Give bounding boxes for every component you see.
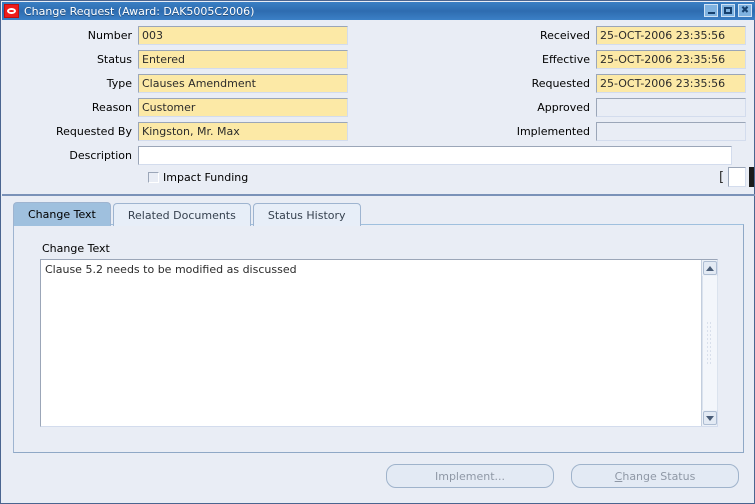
oracle-forms-icon [4, 4, 19, 18]
field-row-type: Type Clauses Amendment [2, 73, 348, 94]
edge-widget: [ [719, 167, 755, 187]
label-number: Number [87, 29, 132, 42]
field-requested-by[interactable]: Kingston, Mr. Max [138, 122, 348, 141]
change-status-mnemonic: C [614, 469, 623, 483]
section-divider [2, 194, 755, 196]
field-row-number: Number 003 [2, 25, 348, 46]
tab-status-history[interactable]: Status History [252, 203, 361, 226]
label-approved: Approved [537, 101, 590, 114]
tab-change-text[interactable]: Change Text [13, 202, 111, 226]
change-status-button[interactable]: Change Status [571, 464, 739, 488]
edge-box-field[interactable] [728, 167, 747, 187]
field-row-effective: Effective 25-OCT-2006 23:35:56 [450, 49, 746, 70]
close-icon[interactable]: ✖ [738, 4, 752, 17]
label-requested: Requested [531, 77, 590, 90]
window-title: Change Request (Award: DAK5005C2006) [24, 4, 255, 18]
field-row-implemented: Implemented [450, 121, 746, 142]
field-number[interactable]: 003 [138, 26, 348, 45]
label-effective: Effective [542, 53, 590, 66]
window-controls: ✖ [704, 4, 752, 17]
label-status: Status [96, 53, 132, 66]
field-approved[interactable] [596, 98, 746, 117]
field-row-reason: Reason Customer [2, 97, 348, 118]
implement-button[interactable]: Implement... [386, 464, 554, 488]
field-effective[interactable]: 25-OCT-2006 23:35:56 [596, 50, 746, 69]
field-status[interactable]: Entered [138, 50, 348, 69]
impact-funding-label: Impact Funding [163, 171, 249, 184]
tab-related-documents[interactable]: Related Documents [112, 203, 251, 226]
label-type: Type [106, 77, 132, 90]
tab-panel-change-text: Change Text Clause 5.2 needs to be modif… [13, 224, 744, 453]
scroll-up-icon[interactable] [702, 261, 717, 275]
label-received: Received [539, 29, 590, 42]
tab-strip: Change Text Related Documents Status His… [13, 202, 363, 226]
edge-bracket-label: [ [719, 169, 725, 185]
scrollbar-grip[interactable] [706, 321, 713, 365]
scroll-down-icon[interactable] [702, 411, 717, 425]
label-implemented: Implemented [516, 125, 590, 138]
field-description[interactable] [138, 146, 732, 165]
minimize-icon[interactable] [704, 4, 718, 17]
label-requested-by: Requested By [56, 125, 132, 138]
field-row-description: Description [2, 145, 732, 166]
edge-bar-decoration [749, 167, 755, 187]
title-bar: Change Request (Award: DAK5005C2006) ✖ [2, 2, 755, 20]
field-reason[interactable]: Customer [138, 98, 348, 117]
change-status-label-rest: hange Status [622, 469, 696, 483]
label-reason: Reason [91, 101, 132, 114]
label-description: Description [69, 149, 132, 162]
field-requested[interactable]: 25-OCT-2006 23:35:56 [596, 74, 746, 93]
change-text-textarea[interactable]: Clause 5.2 needs to be modified as discu… [41, 260, 701, 426]
field-row-requested: Requested 25-OCT-2006 23:35:56 [450, 73, 746, 94]
change-text-textarea-wrapper: Clause 5.2 needs to be modified as discu… [40, 259, 718, 427]
field-row-requested-by: Requested By Kingston, Mr. Max [2, 121, 348, 142]
impact-funding-row: Impact Funding [148, 171, 248, 184]
change-text-scrollbar[interactable] [701, 260, 718, 426]
change-request-window: Change Request (Award: DAK5005C2006) ✖ N… [0, 0, 755, 504]
field-row-received: Received 25-OCT-2006 23:35:56 [450, 25, 746, 46]
field-implemented[interactable] [596, 122, 746, 141]
field-row-status: Status Entered [2, 49, 348, 70]
impact-funding-checkbox[interactable] [148, 172, 159, 183]
field-type[interactable]: Clauses Amendment [138, 74, 348, 93]
form-area: Number 003 Status Entered Type Clauses A… [2, 20, 755, 188]
field-received[interactable]: 25-OCT-2006 23:35:56 [596, 26, 746, 45]
change-text-label: Change Text [42, 242, 110, 255]
scrollbar-track[interactable] [701, 276, 718, 410]
maximize-icon[interactable] [721, 4, 735, 17]
button-bar: Implement... Change Status [1, 463, 754, 493]
field-row-approved: Approved [450, 97, 746, 118]
